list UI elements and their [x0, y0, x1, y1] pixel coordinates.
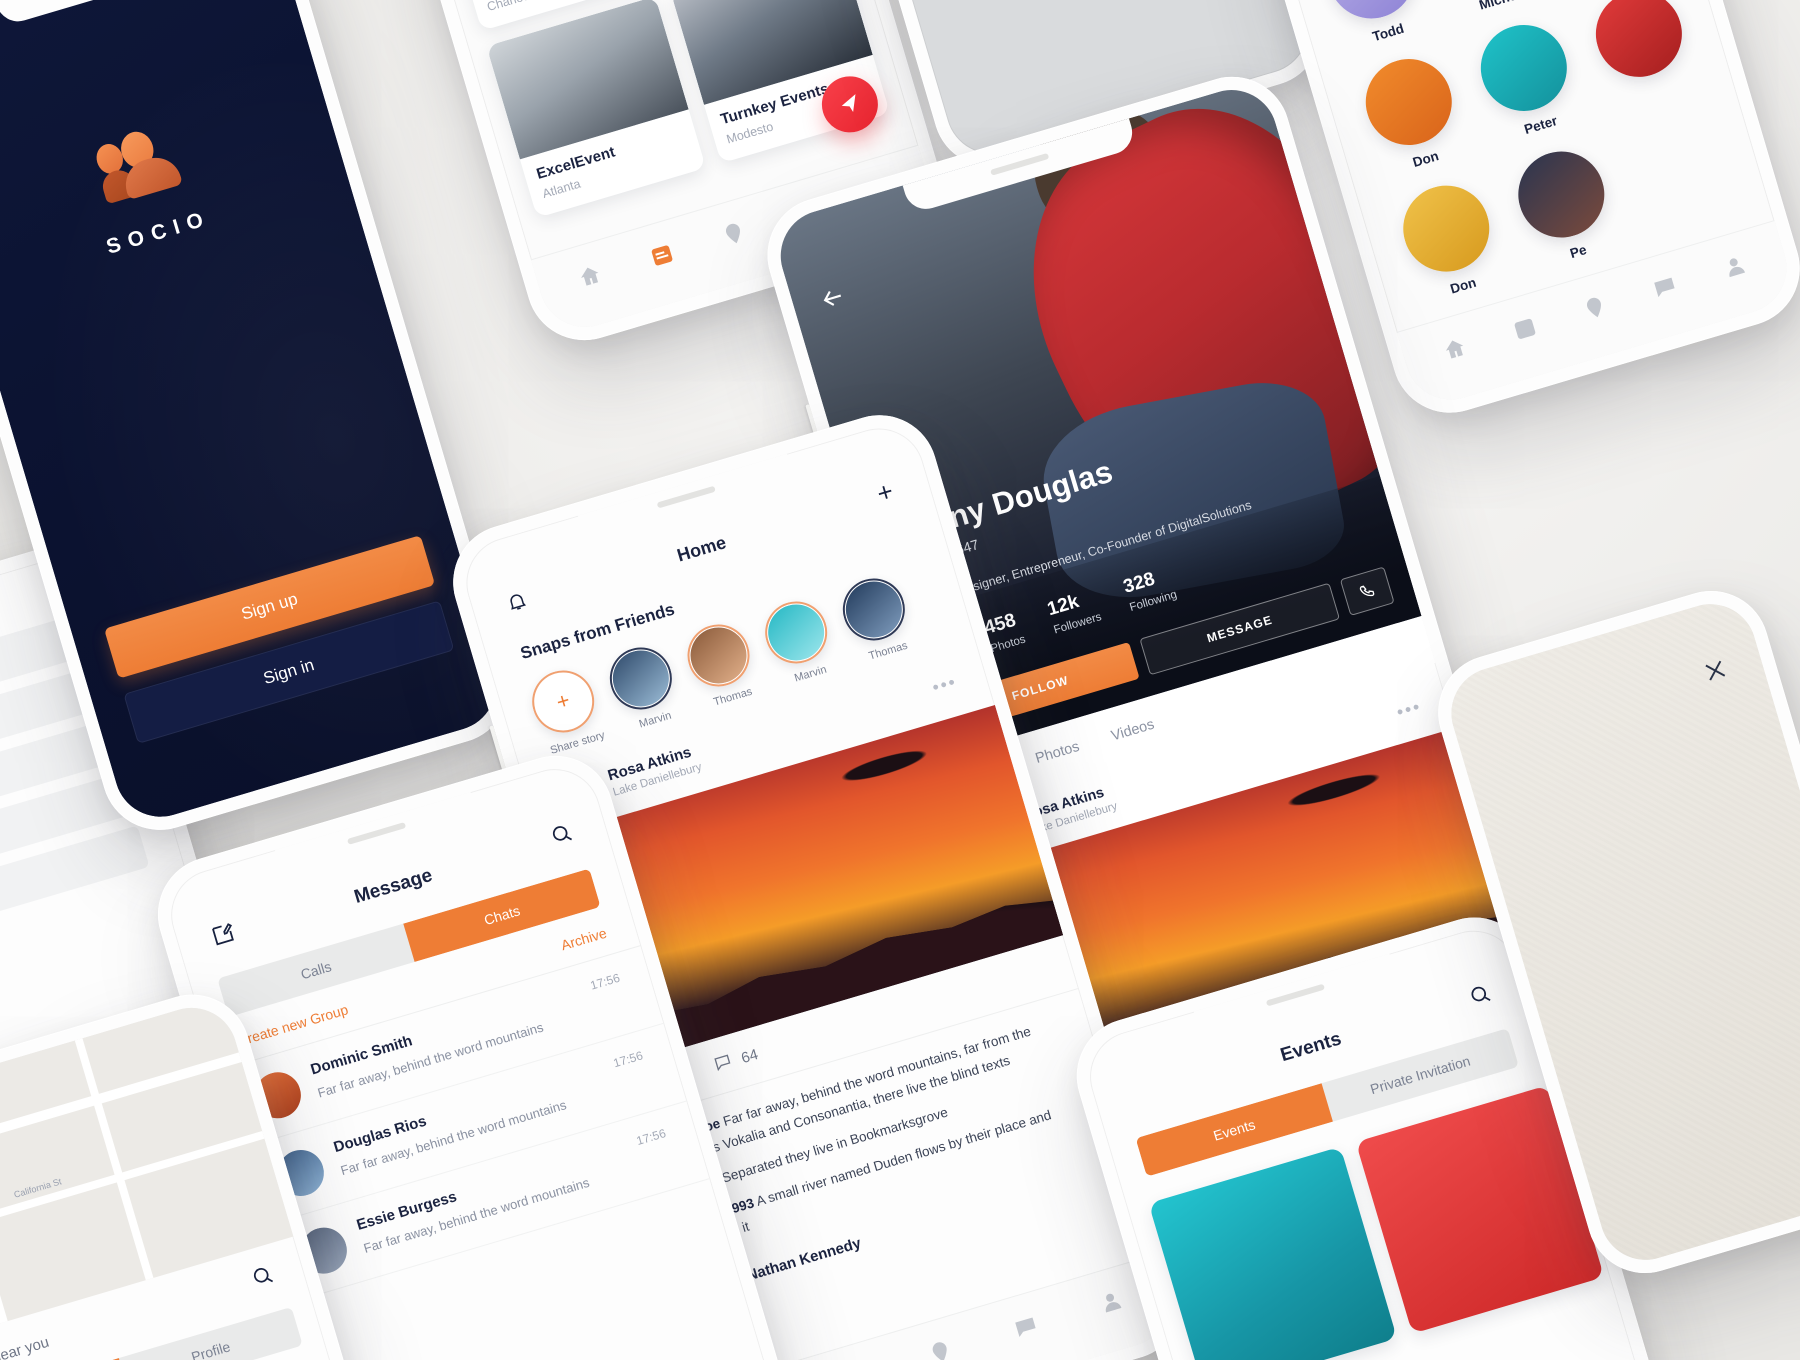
mockup-stage: U91 -KGOW -H0AS LP-VMSL 04K-CK83 backup … [0, 0, 1800, 1360]
friend-cell[interactable]: Todd [1310, 0, 1439, 54]
compose-icon[interactable] [208, 919, 239, 954]
arrow-left-icon[interactable] [816, 280, 853, 317]
avatar [1355, 48, 1463, 156]
story-marvin-2 [761, 597, 831, 668]
teal-event-photo[interactable] [1148, 1146, 1398, 1360]
more-dots-icon[interactable]: ••• [1394, 696, 1424, 723]
events-icon[interactable] [1510, 313, 1540, 343]
home-icon[interactable] [1439, 334, 1469, 364]
post-author: Nathan Kennedy [744, 1234, 863, 1285]
chat-time: 17:56 [634, 1126, 668, 1148]
friend-cell[interactable]: Don [1385, 173, 1514, 307]
more-dots-icon[interactable]: ••• [930, 671, 960, 698]
event-card[interactable]: ExcelEvent Atlanta [486, 0, 707, 218]
device-button-mute[interactable] [489, 725, 507, 771]
friend-cell[interactable]: Pe [1500, 139, 1629, 273]
archive-link[interactable]: Archive [559, 925, 608, 954]
onboarding-actions: Sign up Sign in [103, 534, 478, 819]
chat-icon[interactable] [1650, 271, 1680, 301]
plus-icon: + [528, 666, 598, 737]
friend-cell[interactable]: Micheal [1425, 0, 1554, 20]
brand-lockup: SOCIO [78, 118, 214, 260]
avatar [1392, 175, 1500, 283]
friend-name: Micheal [1452, 0, 1554, 20]
story-thomas-1 [683, 620, 754, 691]
friend-cell[interactable] [1578, 0, 1707, 113]
story-thomas-2 [839, 574, 909, 645]
avatar [1585, 0, 1693, 88]
page-title: Events [1277, 1027, 1344, 1066]
page-title: Message [351, 864, 435, 908]
chat-icon[interactable] [1010, 1312, 1040, 1342]
profile-icon[interactable] [1096, 1286, 1126, 1316]
search-icon[interactable] [1466, 981, 1495, 1013]
location-icon[interactable] [1580, 292, 1610, 322]
chat-time: 17:56 [588, 970, 622, 993]
story-marvin-1 [606, 643, 676, 714]
stat-following[interactable]: 328 Following [1121, 564, 1178, 614]
search-input[interactable]: People near you [0, 1334, 51, 1360]
events-icon[interactable] [647, 240, 677, 270]
search-icon[interactable] [249, 1262, 278, 1294]
location-icon[interactable] [719, 218, 749, 248]
friend-cell[interactable]: Peter [1463, 12, 1592, 146]
comment-count: 64 [739, 1046, 761, 1068]
home-icon[interactable] [575, 261, 605, 291]
socio-logo-icon [92, 122, 186, 207]
location-icon[interactable] [925, 1337, 955, 1360]
search-icon[interactable] [548, 820, 577, 852]
profile-icon[interactable] [1720, 251, 1750, 281]
comment-icon [711, 1051, 736, 1078]
avatar [1507, 141, 1615, 248]
friend-cell[interactable]: Don [1348, 46, 1477, 180]
chat-time: 17:56 [611, 1048, 645, 1071]
brand-wordmark: SOCIO [103, 206, 214, 259]
avatar [1470, 14, 1578, 122]
comment-action[interactable]: 64 [711, 1043, 761, 1078]
stat-followers[interactable]: 12k Followers [1045, 586, 1103, 636]
